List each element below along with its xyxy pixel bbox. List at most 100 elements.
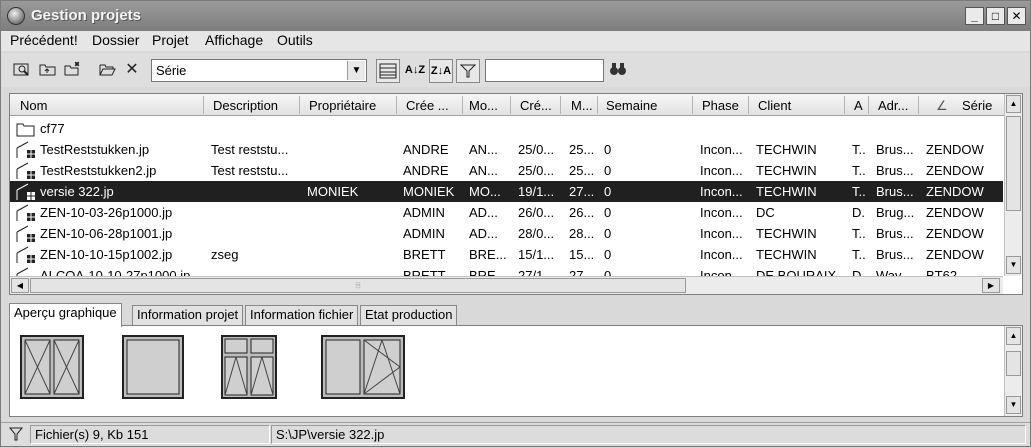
scroll-left-icon[interactable]: ◀ [11, 278, 29, 293]
column-separator[interactable] [918, 96, 919, 114]
table-cell: T... [852, 142, 866, 157]
tab-etat-production[interactable]: Etat production [360, 305, 458, 325]
search-folder-icon[interactable] [12, 61, 32, 79]
column-header-a[interactable]: A [854, 98, 868, 113]
list-row[interactable]: ZEN-10-06-28p1001.jp ADMIN AD... 28/0... 28.… [10, 223, 1003, 244]
tab-information-fichier[interactable]: Information fichier [245, 305, 359, 325]
column-header-nom[interactable]: Nom [20, 98, 208, 113]
column-separator[interactable] [510, 96, 511, 114]
column-separator[interactable] [597, 96, 598, 114]
column-separator[interactable] [560, 96, 561, 114]
menu-affichage[interactable]: Affichage [205, 32, 263, 48]
column-separator[interactable] [299, 96, 300, 114]
scroll-thumb[interactable]: ⦙⦙⦙ [30, 278, 686, 293]
filter-input[interactable] [485, 59, 604, 82]
series-combo[interactable]: Série ▼ [151, 59, 367, 82]
table-cell: D... [852, 205, 866, 220]
column-header-modifie[interactable]: Mo... [469, 98, 509, 113]
table-cell: Brug... [876, 205, 915, 220]
window-thumbnail[interactable] [221, 335, 277, 399]
delete-icon[interactable]: ✕ [122, 61, 142, 79]
scroll-down-icon[interactable]: ▼ [1006, 256, 1021, 274]
table-cell: DC [756, 205, 775, 220]
columns-view-button[interactable] [376, 59, 400, 83]
table-cell: ZEN-10-03-26p1000.jp [40, 205, 173, 220]
window-thumbnail[interactable] [20, 335, 84, 399]
column-header-phase[interactable]: Phase [702, 98, 748, 113]
preview-vertical-scrollbar[interactable]: ▲ ▼ [1004, 326, 1022, 416]
filter-button[interactable] [456, 59, 480, 83]
table-cell: Brus... [876, 226, 914, 241]
column-separator[interactable] [692, 96, 693, 114]
list-row[interactable]: versie 322.jp MONIEK MONIEK MO... 19/1... 27.… [10, 181, 1003, 202]
column-header-cree[interactable]: Crée ... [406, 98, 460, 113]
column-header-proprietaire[interactable]: Propriétaire [309, 98, 395, 113]
column-separator[interactable] [203, 96, 204, 114]
menu-projet[interactable]: Projet [152, 32, 189, 48]
column-header-client[interactable]: Client [758, 98, 844, 113]
table-cell: 15... [569, 247, 595, 262]
table-cell: TECHWIN [756, 163, 817, 178]
binoculars-icon[interactable] [608, 61, 628, 79]
column-header-semaine[interactable]: Semaine [606, 98, 686, 113]
table-cell: 25/0... [518, 142, 555, 157]
column-header-description[interactable]: Description [213, 98, 297, 113]
table-cell: MONIEK [307, 184, 359, 199]
table-cell: T... [852, 226, 866, 241]
folder-up-icon[interactable] [38, 61, 58, 79]
scroll-thumb[interactable] [1006, 351, 1021, 376]
window-title: Gestion projets [31, 7, 142, 24]
project-file-icon [16, 204, 36, 222]
table-cell: ANDRE [403, 142, 449, 157]
maximize-button[interactable]: □ [986, 7, 1005, 25]
chevron-down-icon[interactable]: ▼ [347, 61, 365, 80]
sort-descending-button[interactable]: Z↓A [429, 59, 453, 83]
open-folder-icon[interactable] [98, 61, 118, 79]
column-separator[interactable] [748, 96, 749, 114]
menu-outils[interactable]: Outils [277, 32, 313, 48]
column-separator[interactable] [868, 96, 869, 114]
table-cell: ZENDOW [926, 205, 984, 220]
toolbar: ✕ Série ▼ A↓Z Z↓A [1, 53, 1030, 87]
column-header-serie[interactable]: Série [962, 98, 1002, 113]
title-bar[interactable]: Gestion projets _ □ ✕ [1, 1, 1030, 31]
table-cell: ZENDOW [926, 226, 984, 241]
list-row[interactable]: ZEN-10-03-26p1000.jp ADMIN AD... 26/0... 26.… [10, 202, 1003, 223]
window-thumbnail[interactable] [122, 335, 184, 399]
column-header-cree-date[interactable]: Cré... [520, 98, 556, 113]
table-cell: 0 [604, 142, 612, 157]
list-row[interactable]: TestReststukken.jp Test reststu... ANDRE AN… [10, 139, 1003, 160]
list-row[interactable]: TestReststukken2.jp Test reststu... ANDRE A… [10, 160, 1003, 181]
list-row[interactable]: ZEN-10-10-15p1002.jp zseg BRETT BRE... 15/1.… [10, 244, 1003, 265]
scroll-right-icon[interactable]: ▶ [982, 278, 1000, 293]
list-row[interactable]: cf77 [10, 118, 1003, 139]
window-thumbnail[interactable] [321, 335, 405, 399]
project-list[interactable]: Nom Description Propriétaire Crée ... Mo… [9, 93, 1023, 295]
minimize-button[interactable]: _ [965, 7, 984, 25]
scroll-up-icon[interactable]: ▲ [1006, 95, 1021, 113]
table-cell: Incon... [700, 142, 743, 157]
column-separator[interactable] [396, 96, 397, 114]
scroll-down-icon[interactable]: ▼ [1006, 396, 1021, 414]
table-cell: Brus... [876, 163, 914, 178]
column-header-mod-date[interactable]: M... [571, 98, 599, 113]
list-horizontal-scrollbar[interactable]: ◀ ⦙⦙⦙ ▶ [10, 276, 1003, 294]
table-cell: T... [852, 184, 866, 199]
list-vertical-scrollbar[interactable]: ▲ ▼ [1004, 94, 1022, 276]
close-button[interactable]: ✕ [1007, 7, 1026, 25]
new-folder-icon[interactable] [63, 61, 83, 79]
status-file-count: Fichier(s) 9, Kb 151 [30, 425, 270, 444]
menu-precedent[interactable]: Précédent! [10, 32, 78, 48]
column-separator[interactable] [844, 96, 845, 114]
menu-dossier[interactable]: Dossier [92, 32, 139, 48]
tab-apercu-graphique[interactable]: Aperçu graphique [9, 303, 122, 327]
table-cell: Test reststu... [211, 142, 289, 157]
tab-information-projet[interactable]: Information projet [132, 305, 244, 325]
folder-icon [16, 120, 36, 138]
scroll-thumb[interactable] [1006, 116, 1021, 211]
column-header-adresse[interactable]: Adr... [878, 98, 918, 113]
column-separator[interactable] [462, 96, 463, 114]
table-cell: AD... [469, 205, 498, 220]
scroll-up-icon[interactable]: ▲ [1006, 327, 1021, 345]
sort-ascending-button[interactable]: A↓Z [403, 59, 427, 83]
